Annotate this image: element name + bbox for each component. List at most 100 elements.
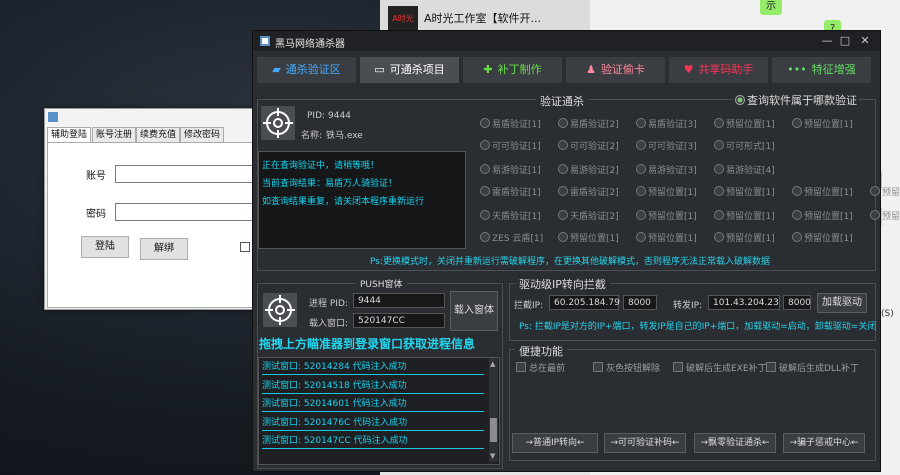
tab-share[interactable]: ♥ 共享码助手 bbox=[669, 57, 768, 83]
verify-radio-option[interactable]: 可可验证[2] bbox=[558, 139, 619, 152]
crosshair-target-icon[interactable] bbox=[263, 293, 297, 327]
tab-change-password[interactable]: 修改密码 bbox=[180, 127, 225, 143]
verify-radio-option[interactable]: 预留位置[1] bbox=[870, 209, 900, 222]
password-label: 密码 bbox=[86, 209, 106, 220]
radio-label: 雷盾验证[2] bbox=[570, 188, 619, 198]
verify-radio-option[interactable]: 预留位置[1] bbox=[792, 209, 853, 222]
users-icon: ♟ bbox=[586, 63, 596, 76]
radio-label: ZES 云盾[1] bbox=[492, 234, 544, 244]
quick-section-title: 便捷功能 bbox=[515, 343, 567, 359]
scammer-center-button[interactable]: →骗子惩戒中心← bbox=[783, 433, 865, 453]
login-form: 账号 密码 登陆 解绑 bbox=[47, 142, 255, 308]
verify-radio-option[interactable]: 预留位置[1] bbox=[792, 231, 853, 244]
verify-radio-option[interactable]: 预留位置[1] bbox=[714, 185, 775, 198]
tab-label: 特征增强 bbox=[811, 63, 856, 76]
radio-label: 预留位置[1] bbox=[726, 188, 775, 198]
scrollbar[interactable]: ▲ ▼ bbox=[489, 358, 498, 462]
verify-radio-option[interactable]: 预留位置[1] bbox=[714, 117, 775, 130]
login-button[interactable]: 登陆 bbox=[81, 236, 129, 258]
load-window-field[interactable]: 520147CC bbox=[353, 313, 445, 328]
tab-projects[interactable]: ▭ 可通杀项目 bbox=[360, 57, 459, 83]
verify-radio-option[interactable]: 可可验证[3] bbox=[636, 139, 697, 152]
always-on-top-checkbox[interactable]: 总在最前 bbox=[516, 361, 565, 374]
verify-radio-option[interactable]: 天盾验证[1] bbox=[480, 209, 541, 222]
title-bar: 黑马网络通杀器 — □ ✕ bbox=[253, 31, 880, 51]
verify-radio-option[interactable]: 雷盾验证[2] bbox=[558, 185, 619, 198]
log-line: 正在查询验证中，请稍等哦！ bbox=[262, 161, 380, 171]
push-section-title: PUSH窗体 bbox=[356, 277, 407, 290]
radio-dot-icon bbox=[792, 210, 802, 220]
radio-label: 可可验证[3] bbox=[648, 142, 697, 152]
account-field[interactable] bbox=[115, 165, 255, 183]
load-window-button[interactable]: 载入窗体 bbox=[450, 291, 498, 331]
radio-dot-icon bbox=[558, 164, 568, 174]
dll-patch-checkbox[interactable]: 破解后生成DLL补丁 bbox=[766, 361, 859, 374]
verify-radio-option[interactable]: 易游验证[4] bbox=[714, 163, 775, 176]
radio-label: 易游验证[3] bbox=[648, 166, 697, 176]
verify-radio-option[interactable]: 天盾验证[2] bbox=[558, 209, 619, 222]
minimize-icon[interactable]: — bbox=[819, 33, 835, 49]
close-icon[interactable]: ✕ bbox=[857, 33, 873, 49]
query-verify-label: 查询软件属于哪款验证 bbox=[747, 94, 857, 107]
radio-dot-icon bbox=[714, 164, 724, 174]
verify-radio-option[interactable]: 预留位置[1] bbox=[870, 185, 900, 198]
radio-label: 可可验证[2] bbox=[570, 142, 619, 152]
load-driver-button[interactable]: 加载驱动 bbox=[817, 293, 867, 313]
tab-assist-login[interactable]: 辅助登陆 bbox=[47, 127, 92, 143]
radio-label: 易盾验证[3] bbox=[648, 120, 697, 130]
tab-verify-area[interactable]: ▰ 通杀验证区 bbox=[257, 57, 356, 83]
radio-dot-icon bbox=[558, 118, 568, 128]
verify-log: 正在查询验证中，请稍等哦！ 当前查询结果：易盾万人骑验证！ 如查询结果重复，请关… bbox=[258, 151, 466, 249]
intercept-port-field[interactable]: 8000 bbox=[623, 295, 657, 310]
ip-redirect-button[interactable]: →普通IP转向← bbox=[512, 433, 598, 453]
verify-radio-option[interactable]: 易游验证[2] bbox=[558, 163, 619, 176]
tab-label: 验证偷卡 bbox=[600, 63, 645, 76]
tab-steal-card[interactable]: ♟ 验证偷卡 bbox=[566, 57, 665, 83]
tab-register[interactable]: 账号注册 bbox=[92, 127, 137, 143]
verify-radio-option[interactable]: 易盾验证[3] bbox=[636, 117, 697, 130]
verify-radio-option[interactable]: 易盾验证[1] bbox=[480, 117, 541, 130]
log-line: 当前查询结果：易盾万人骑验证！ bbox=[262, 179, 398, 189]
keke-patch-button[interactable]: →可可验证补码← bbox=[604, 433, 686, 453]
verify-radio-option[interactable]: ZES 云盾[1] bbox=[480, 231, 543, 244]
push-log-line: 测试窗口: 5201476C 代码注入成功 bbox=[262, 416, 484, 431]
scrollbar-thumb[interactable] bbox=[490, 418, 497, 442]
verify-radio-option[interactable]: 预留位置[1] bbox=[558, 231, 619, 244]
verify-radio-option[interactable]: 预留位置[1] bbox=[636, 209, 697, 222]
driver-section-title: 驱动级IP转向拦截 bbox=[515, 276, 610, 292]
verify-radio-option[interactable]: 预留位置[1] bbox=[636, 185, 697, 198]
maximize-icon[interactable]: □ bbox=[837, 33, 853, 49]
verify-radio-option[interactable]: 易盾验证[2] bbox=[558, 117, 619, 130]
puzzle-icon: ✚ bbox=[483, 63, 493, 76]
verify-radio-option[interactable]: 可可验证[1] bbox=[480, 139, 541, 152]
verify-radio-option[interactable]: 预留位置[1] bbox=[636, 231, 697, 244]
verify-radio-option[interactable]: 预留位置[1] bbox=[792, 117, 853, 130]
verify-radio-option[interactable]: 预留位置[1] bbox=[714, 209, 775, 222]
chat-list-item[interactable]: A时光 A时光工作室【软件开... bbox=[380, 0, 590, 32]
verify-radio-option[interactable]: 雷盾验证[1] bbox=[480, 185, 541, 198]
verify-radio-option[interactable]: 可可形式[1] bbox=[714, 139, 775, 152]
verify-radio-option[interactable]: 易游验证[3] bbox=[636, 163, 697, 176]
radio-label: 易游验证[1] bbox=[492, 166, 541, 176]
intercept-ip-field[interactable]: 60.205.184.79 bbox=[549, 295, 620, 310]
verify-radio-option[interactable]: 预留位置[1] bbox=[792, 185, 853, 198]
process-pid-field[interactable]: 9444 bbox=[353, 293, 445, 308]
crosshair-target-icon[interactable] bbox=[261, 106, 295, 140]
scroll-up-icon[interactable]: ▲ bbox=[490, 360, 495, 368]
tab-patch[interactable]: ✚ 补丁制作 bbox=[463, 57, 562, 83]
piaoling-kill-button[interactable]: →飘零验证通杀← bbox=[694, 433, 776, 453]
exe-patch-checkbox[interactable]: 破解后生成EXE补丁 bbox=[673, 361, 767, 374]
pid-value: 9444 bbox=[328, 111, 351, 121]
forward-ip-field[interactable]: 101.43.204.23 bbox=[708, 295, 780, 310]
remember-checkbox[interactable] bbox=[240, 242, 250, 252]
unbind-button[interactable]: 解绑 bbox=[140, 238, 188, 260]
forward-port-field[interactable]: 8000 bbox=[783, 295, 811, 310]
tab-feature[interactable]: ••• 特征增强 bbox=[772, 57, 871, 83]
verify-radio-option[interactable]: 易游验证[1] bbox=[480, 163, 541, 176]
query-verify-radio[interactable]: 查询软件属于哪款验证 bbox=[733, 92, 859, 108]
gray-button-unlock-checkbox[interactable]: 灰色按钮解除 bbox=[593, 361, 660, 374]
password-field[interactable] bbox=[115, 203, 255, 221]
tab-renew[interactable]: 续费充值 bbox=[136, 127, 181, 143]
verify-radio-option[interactable]: 预留位置[1] bbox=[714, 231, 775, 244]
scroll-down-icon[interactable]: ▼ bbox=[490, 452, 495, 460]
